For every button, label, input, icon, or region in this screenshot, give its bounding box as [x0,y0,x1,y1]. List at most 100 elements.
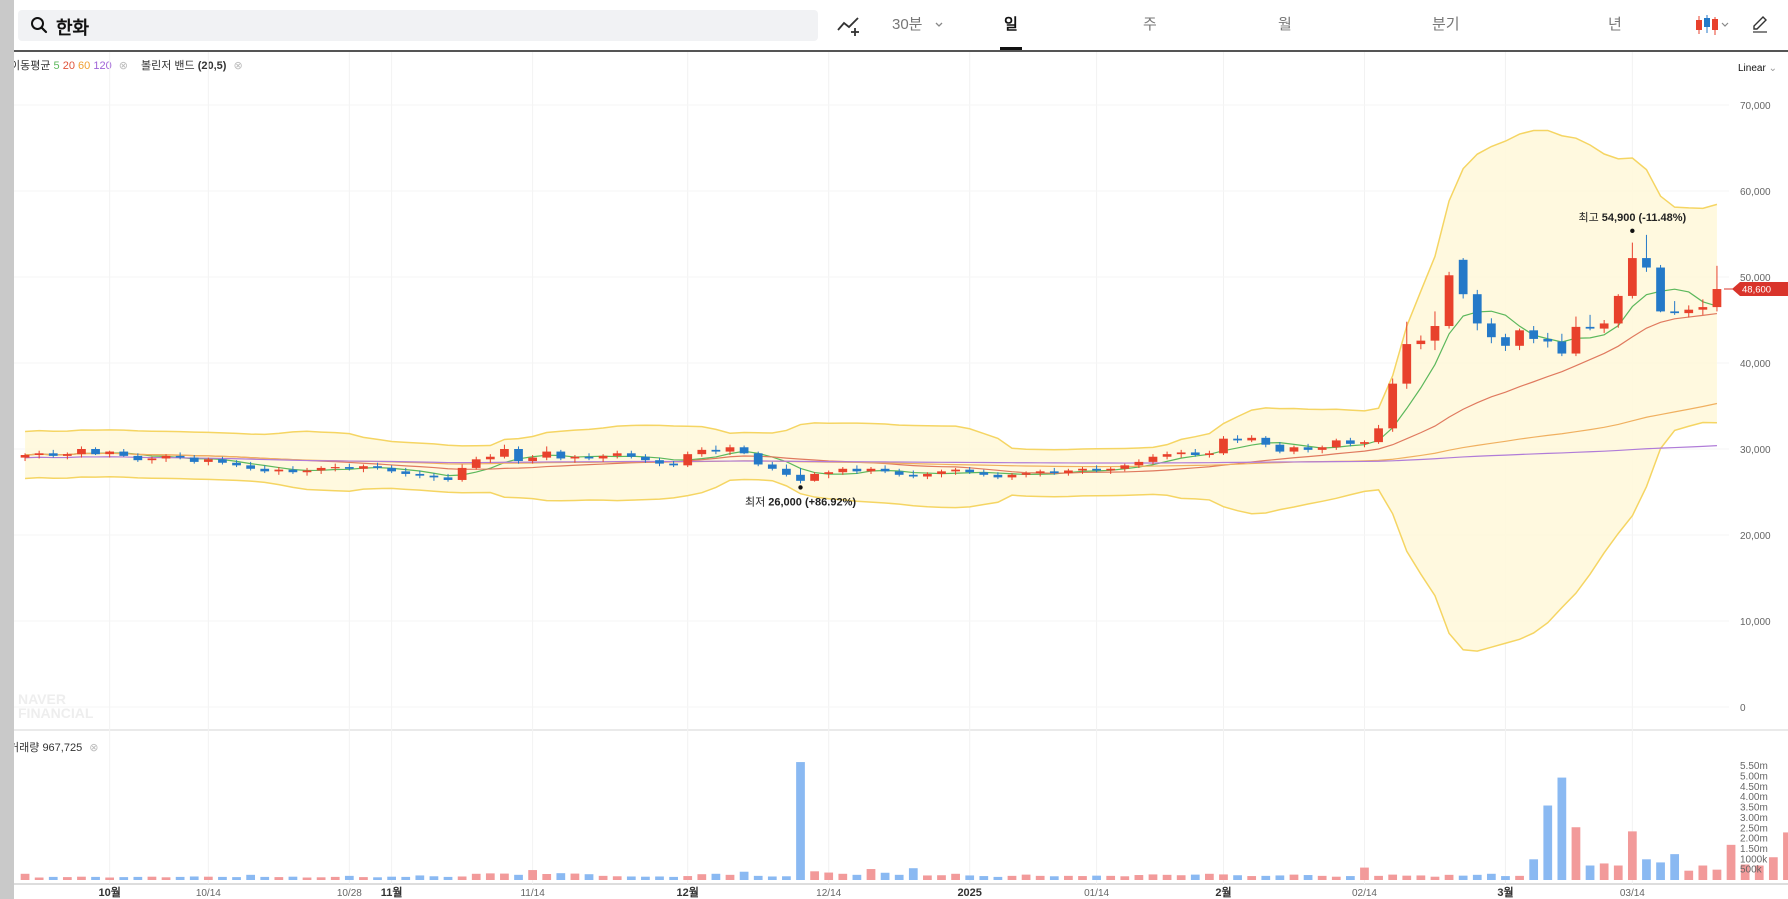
volume-bar [1176,875,1186,880]
bb-legend-close-icon[interactable]: ⊗ [234,60,243,72]
volume-bar [105,877,115,880]
candle-body [316,467,326,471]
candle-body [1303,447,1313,450]
annotation-value: 26,000 (+86.92%) [768,496,856,508]
volume-bar [1613,865,1623,880]
volume-bar [1698,865,1708,880]
volume-y-tick-label: 3.50m [1740,803,1768,814]
tab-month[interactable]: 월 [1278,13,1292,34]
candle-body [1035,471,1045,474]
volume-bar [147,876,157,880]
candle-body [1642,258,1651,268]
volume-bar [556,873,566,880]
volume-bar [344,875,354,880]
search-box[interactable]: 한화 [18,10,818,41]
x-tick-label: 03/14 [1620,888,1645,899]
volume-bar [894,874,904,880]
volume-bar [302,877,312,880]
candle-body [203,459,213,462]
candle-body [669,463,678,466]
candle-body [810,473,819,481]
search-query[interactable]: 한화 [56,14,89,40]
candle-body [584,456,594,459]
volume-bar [514,874,523,880]
volume-bar [1627,831,1637,880]
candle-body [852,468,862,472]
volume-bar [584,874,594,880]
tab-day[interactable]: 일 [1004,13,1018,34]
tab-week[interactable]: 주 [1143,13,1157,34]
candle-type-icon[interactable] [1694,14,1730,36]
ma-legend-label: 이동평균 [14,60,51,72]
x-tick-label: 10/28 [337,888,362,899]
candle-body [1360,442,1369,444]
volume-bar [1134,875,1144,880]
chevron-down-icon[interactable] [934,21,944,29]
add-indicator-icon[interactable] [836,14,862,38]
candle-body [725,447,735,452]
active-tab-indicator [1000,47,1022,50]
volume-bar [48,876,58,880]
candle-body [288,469,298,473]
candle-body [824,472,834,474]
tab-quarter[interactable]: 분기 [1432,13,1460,34]
search-icon [31,17,48,34]
interval-dropdown[interactable]: 30분 [892,13,923,34]
price-chart[interactable]: 10월 10/14 10/28 11월 11/14 12월 12/14 2025 01/14 2월… [14,0,1788,899]
volume-bar [528,870,537,880]
candle-body [1388,383,1398,429]
y-tick-label: 70,000 [1740,101,1771,112]
volume-bar [697,874,707,880]
volume-bar [457,876,467,880]
candle-body [1472,294,1482,324]
volume-bar [1430,876,1440,880]
volume-bar [1444,874,1454,880]
volume-bar [993,876,1003,880]
volume-bar [1416,875,1426,880]
candle-body [1557,341,1567,354]
volume-bar [641,876,650,880]
candle-body [542,451,552,458]
candle-body [1712,289,1722,308]
volume-bar [1768,857,1778,880]
edit-pencil-icon[interactable] [1750,14,1770,34]
scale-toggle[interactable]: Linear ⌄ [1738,63,1777,74]
candle-body [528,457,537,462]
volume-bar [260,876,270,880]
candle-body [1064,470,1073,474]
x-tick-label: 2월 [1215,885,1231,899]
candle-body [697,449,707,455]
volume-y-tick-label: 1000k [1740,854,1768,865]
grid-layer [14,52,1788,899]
ma-legend-close-icon[interactable]: ⊗ [119,60,128,72]
bb-legend-params: (20,5) [197,60,227,72]
volume-bar [1148,874,1158,880]
candle-body [1317,447,1327,450]
volume-bar [1092,875,1101,880]
volume-bar [1331,876,1341,880]
bollinger-band-layer [25,129,1718,652]
volume-legend-close-icon[interactable]: ⊗ [89,742,98,754]
volume-bar [1684,870,1694,880]
volume-bar [1557,777,1567,880]
candle-body [1205,453,1214,456]
tab-year[interactable]: 년 [1608,13,1622,34]
volume-bar [246,874,256,880]
candle-body [1021,473,1031,475]
candle-body [1106,468,1116,471]
x-axis-strip [14,885,1788,899]
candle-body [457,467,467,480]
candle-body [485,456,495,460]
volume-y-tick-label: 1.50m [1740,844,1768,855]
volume-bar [908,868,918,880]
candle-body [1698,307,1708,310]
volume-bar [1317,875,1327,880]
x-tick-label: 12월 [677,885,699,899]
y-tick-label: 60,000 [1740,187,1771,198]
x-tick-label: 10월 [98,885,120,899]
candle-body [1162,454,1172,457]
volume-bar [1571,827,1581,880]
candle-body [443,477,453,480]
volume-bar [1515,875,1524,880]
volume-bar [838,873,848,880]
